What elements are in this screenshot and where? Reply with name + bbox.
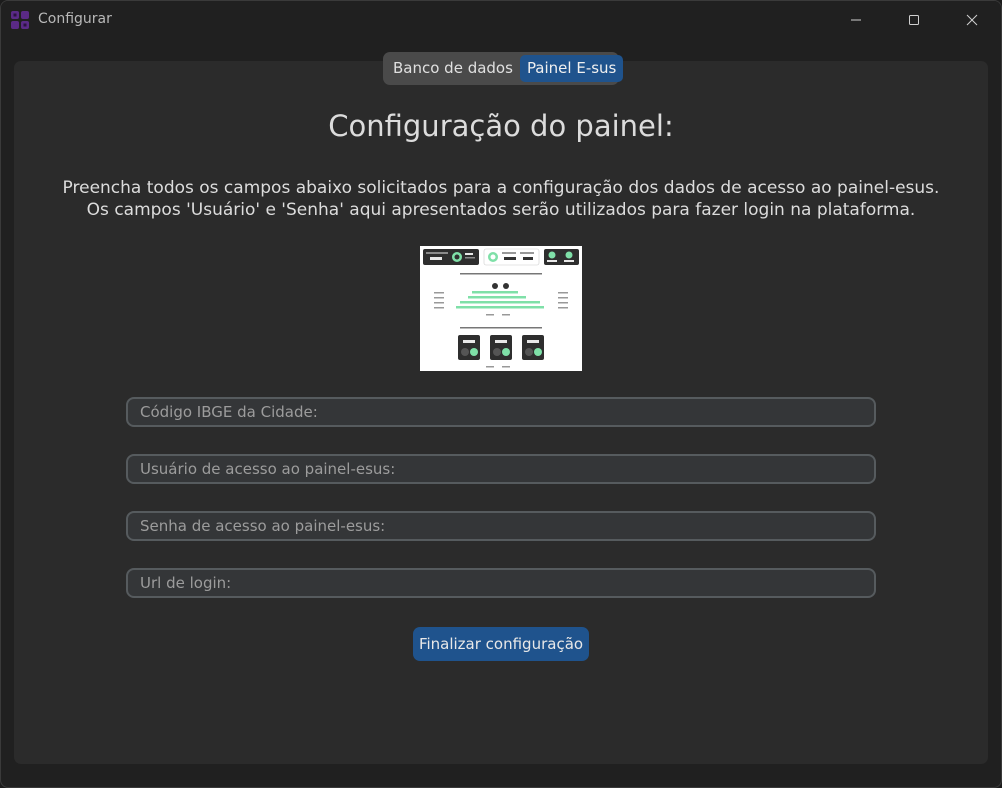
description-line-2: Os campos 'Usuário' e 'Senha' aqui apres…	[86, 200, 916, 220]
ibge-code-input[interactable]	[126, 397, 876, 427]
maximize-button[interactable]	[885, 1, 943, 39]
grid-app-icon	[11, 11, 29, 29]
window-title: Configurar	[38, 11, 112, 27]
password-input[interactable]	[126, 511, 876, 541]
close-icon	[966, 14, 978, 26]
close-button[interactable]	[943, 1, 1001, 39]
minimize-icon	[851, 19, 861, 21]
dashboard-preview-image	[420, 246, 582, 371]
finish-configuration-button[interactable]: Finalizar configuração	[413, 627, 589, 661]
page-title: Configuração do painel:	[328, 109, 674, 143]
maximize-icon	[909, 15, 919, 25]
username-input[interactable]	[126, 454, 876, 484]
minimize-button[interactable]	[827, 1, 885, 39]
tab-selector: Banco de dados Painel E-sus	[383, 52, 624, 85]
title-bar[interactable]: Configurar	[1, 1, 1001, 39]
login-url-input[interactable]	[126, 568, 876, 598]
config-window: Configurar Banco de dados Painel E-sus C…	[0, 0, 1002, 788]
description-line-1: Preencha todos os campos abaixo solicita…	[62, 178, 940, 198]
tab-banco-de-dados[interactable]: Banco de dados	[386, 55, 520, 82]
description: Preencha todos os campos abaixo solicita…	[1, 177, 1001, 221]
tab-painel-esus[interactable]: Painel E-sus	[519, 55, 624, 82]
